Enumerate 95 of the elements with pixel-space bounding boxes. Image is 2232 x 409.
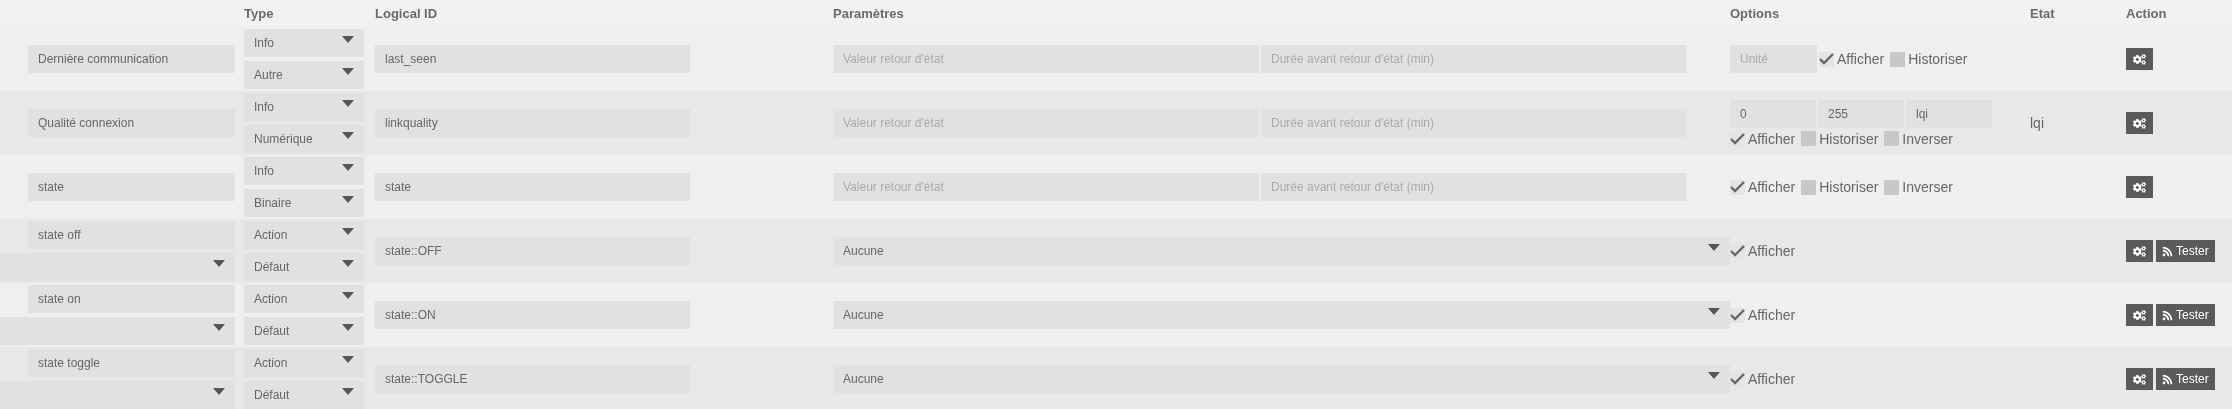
settings-button[interactable] — [2126, 368, 2153, 390]
type-select[interactable]: Action — [244, 349, 364, 377]
checkbox-label: Historiser — [1908, 51, 1968, 67]
caret-icon — [342, 323, 354, 331]
type-select[interactable]: Info — [244, 157, 364, 185]
type-select[interactable]: Action — [244, 221, 364, 249]
gears-icon — [2133, 372, 2146, 386]
name-field[interactable]: Qualité connexion — [28, 109, 235, 137]
test-button[interactable]: Tester — [2156, 240, 2215, 262]
option-field[interactable]: 0 — [1730, 99, 1816, 128]
checkbox[interactable] — [1730, 179, 1745, 195]
subtype-select[interactable]: Défaut — [244, 317, 364, 345]
column-header: Logical ID — [375, 6, 439, 21]
caret-icon — [213, 323, 225, 331]
caret-icon — [342, 99, 354, 107]
test-button[interactable]: Tester — [2156, 304, 2215, 326]
caret-icon — [342, 387, 354, 395]
caret-icon — [342, 227, 354, 235]
checkbox[interactable] — [1730, 243, 1745, 259]
caret-icon — [342, 67, 354, 75]
gears-icon — [2133, 308, 2146, 322]
caret-icon — [1708, 371, 1720, 379]
checkbox-label: Historiser — [1819, 130, 1879, 147]
caret-icon — [1708, 307, 1720, 315]
type-select[interactable]: Info — [244, 93, 364, 121]
settings-button[interactable] — [2126, 112, 2153, 134]
caret-icon — [342, 355, 354, 363]
column-header: Paramètres — [833, 6, 905, 21]
gears-icon — [2133, 244, 2146, 258]
value-select[interactable]: Aucune — [833, 237, 1730, 265]
subtype-select[interactable]: Défaut — [244, 253, 364, 281]
column-header: Action — [2126, 6, 2168, 21]
caret-icon — [342, 35, 354, 43]
name-field[interactable]: state toggle — [28, 349, 235, 377]
rss-icon — [2162, 245, 2173, 257]
type-select[interactable]: Action — [244, 285, 364, 313]
column-header: Etat — [2030, 6, 2056, 21]
name-field[interactable]: state off — [28, 221, 235, 249]
gears-icon — [2133, 116, 2146, 130]
subtype-select[interactable]: Défaut — [244, 381, 364, 409]
rss-icon — [2162, 373, 2173, 385]
checkbox-label: Afficher — [1748, 243, 1796, 259]
logical-id-field[interactable]: state — [375, 173, 690, 201]
caret-icon — [342, 291, 354, 299]
gears-icon — [2133, 180, 2146, 194]
settings-button[interactable] — [2126, 48, 2153, 70]
checkbox-label: Historiser — [1819, 179, 1879, 195]
name-field[interactable]: Dernière communication — [28, 45, 235, 73]
checkbox[interactable] — [1730, 131, 1745, 146]
caret-icon — [342, 259, 354, 267]
checkbox-label: Afficher — [1748, 371, 1796, 387]
column-header: Type — [244, 6, 275, 21]
test-button[interactable]: Tester — [2156, 368, 2215, 390]
value-select[interactable]: Aucune — [833, 301, 1730, 329]
checkbox[interactable] — [1801, 179, 1817, 195]
checkbox[interactable] — [1819, 51, 1834, 67]
caret-icon — [213, 387, 225, 395]
logical-id-field[interactable]: state::OFF — [375, 237, 690, 265]
gears-icon — [2133, 52, 2146, 66]
checkbox-label: Afficher — [1837, 51, 1885, 67]
column-header: Options — [1730, 6, 1781, 21]
option-field[interactable]: 255 — [1818, 99, 1904, 128]
subtype-select[interactable]: Binaire — [244, 189, 364, 217]
checkbox-label: Inverser — [1902, 130, 1953, 147]
name-field[interactable]: state — [28, 173, 235, 201]
caret-icon — [342, 131, 354, 139]
rss-icon — [2162, 309, 2173, 321]
subtype-select[interactable]: Numérique — [244, 125, 364, 153]
settings-button[interactable] — [2126, 176, 2153, 198]
type-select[interactable]: Info — [244, 29, 364, 57]
logical-id-field[interactable]: last_seen — [375, 45, 690, 73]
logical-id-field[interactable]: linkquality — [375, 109, 690, 137]
option-field[interactable]: lqi — [1906, 99, 1992, 128]
subtype-select[interactable]: Autre — [244, 61, 364, 89]
checkbox-label: Afficher — [1748, 179, 1796, 195]
value-select[interactable]: Aucune — [833, 365, 1730, 393]
checkbox[interactable] — [1801, 131, 1817, 146]
caret-icon — [213, 259, 225, 267]
logical-id-field[interactable]: state::ON — [375, 301, 690, 329]
caret-icon — [1708, 243, 1720, 251]
checkbox[interactable] — [1730, 371, 1745, 387]
checkbox-label: Inverser — [1902, 179, 1953, 195]
settings-button[interactable] — [2126, 304, 2153, 326]
state-value: lqi — [2030, 115, 2044, 131]
caret-icon — [342, 163, 354, 171]
name-field[interactable]: state on — [28, 285, 235, 313]
checkbox-label: Afficher — [1748, 307, 1796, 323]
logical-id-field[interactable]: state::TOGGLE — [375, 365, 690, 393]
checkbox[interactable] — [1884, 179, 1900, 195]
caret-icon — [342, 195, 354, 203]
settings-button[interactable] — [2126, 240, 2153, 262]
checkbox-label: Afficher — [1748, 130, 1796, 147]
checkbox[interactable] — [1890, 51, 1906, 67]
checkbox[interactable] — [1730, 307, 1745, 323]
checkbox[interactable] — [1884, 131, 1900, 146]
